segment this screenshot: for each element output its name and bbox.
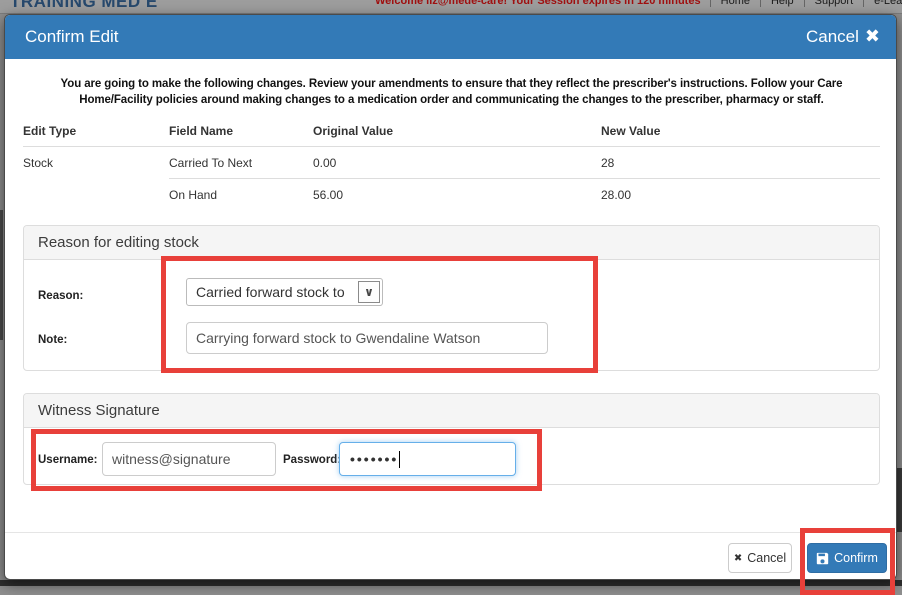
save-icon xyxy=(816,552,829,564)
witness-section-title: Witness Signature xyxy=(24,394,879,428)
dialog-footer: ✖ Cancel Confirm xyxy=(5,532,896,581)
close-icon[interactable]: ✖ xyxy=(865,26,880,46)
username-field[interactable] xyxy=(102,442,276,476)
top-nav: Welcome liz@mede-care! Your Session expi… xyxy=(375,0,902,7)
confirm-button[interactable]: Confirm xyxy=(807,543,887,573)
app-logo: TRAINING MED E xyxy=(10,0,158,11)
dimmed-page-left-edge xyxy=(0,210,3,340)
reason-section: Reason for editing stock Reason: Carried… xyxy=(23,225,880,371)
cell-new-value: 28 xyxy=(601,147,880,179)
witness-signature-section: Witness Signature Username: Password: ••… xyxy=(23,393,880,485)
reason-select-value: Carried forward stock to xyxy=(196,284,345,300)
session-expiry-message: Welcome liz@mede-care! Your Session expi… xyxy=(375,0,701,7)
cell-original-value: 0.00 xyxy=(313,147,601,179)
col-header-original-value: Original Value xyxy=(313,124,394,138)
warning-text: You are going to make the following chan… xyxy=(60,78,843,106)
dimmed-page-right-edge xyxy=(897,468,902,532)
table-header-row: Edit Type Field Name Original Value New … xyxy=(23,119,880,147)
cell-field-name: On Hand xyxy=(169,188,218,202)
reason-label: Reason: xyxy=(38,290,84,302)
confirm-edit-dialog: Confirm Edit Cancel ✖ You are going to ma… xyxy=(4,14,897,595)
note-input[interactable] xyxy=(186,322,548,354)
reason-section-title: Reason for editing stock xyxy=(24,226,879,260)
cell-edit-type: Stock xyxy=(23,156,54,170)
cell-new-value: 28.00 xyxy=(601,188,632,202)
table-row: On Hand 56.00 28.00 xyxy=(23,179,880,211)
header-cancel-link[interactable]: Cancel ✖ xyxy=(806,26,880,47)
cell-original-value: 56.00 xyxy=(313,188,344,202)
x-icon: ✖ xyxy=(733,552,743,564)
table-row: Stock Carried To Next 0.00 28 xyxy=(23,147,880,179)
dialog-header: Confirm Edit Cancel ✖ xyxy=(5,15,896,59)
note-label: Note: xyxy=(38,334,68,346)
password-field[interactable]: ••••••• xyxy=(339,442,516,476)
username-label: Username: xyxy=(38,454,98,466)
header-cancel-label: Cancel xyxy=(805,27,859,46)
cancel-button-label: Cancel xyxy=(747,551,787,565)
nav-item-support[interactable]: Support xyxy=(803,0,864,7)
dimmed-page-header: TRAINING MED E Welcome liz@mede-care! Yo… xyxy=(0,0,902,14)
cell-field-name: Carried To Next xyxy=(169,147,313,179)
nav-item-help[interactable]: Help xyxy=(759,0,804,7)
nav-item-home[interactable]: Home xyxy=(709,0,760,7)
confirm-button-label: Confirm xyxy=(834,551,878,565)
password-masked-value: ••••••• xyxy=(350,451,399,467)
nav-item-elearning[interactable]: e-Learning xyxy=(863,0,902,7)
col-header-new-value: New Value xyxy=(601,124,661,138)
password-label: Password: xyxy=(283,454,342,466)
col-header-field-name: Field Name xyxy=(169,124,234,138)
text-cursor xyxy=(399,450,401,468)
cancel-button[interactable]: ✖ Cancel xyxy=(728,543,792,573)
changes-table: Edit Type Field Name Original Value New … xyxy=(23,119,880,211)
reason-select[interactable]: Carried forward stock to ∨ xyxy=(186,278,383,306)
col-header-edit-type: Edit Type xyxy=(23,124,77,138)
dialog-title: Confirm Edit xyxy=(25,27,119,46)
chevron-down-icon[interactable]: ∨ xyxy=(358,281,380,303)
